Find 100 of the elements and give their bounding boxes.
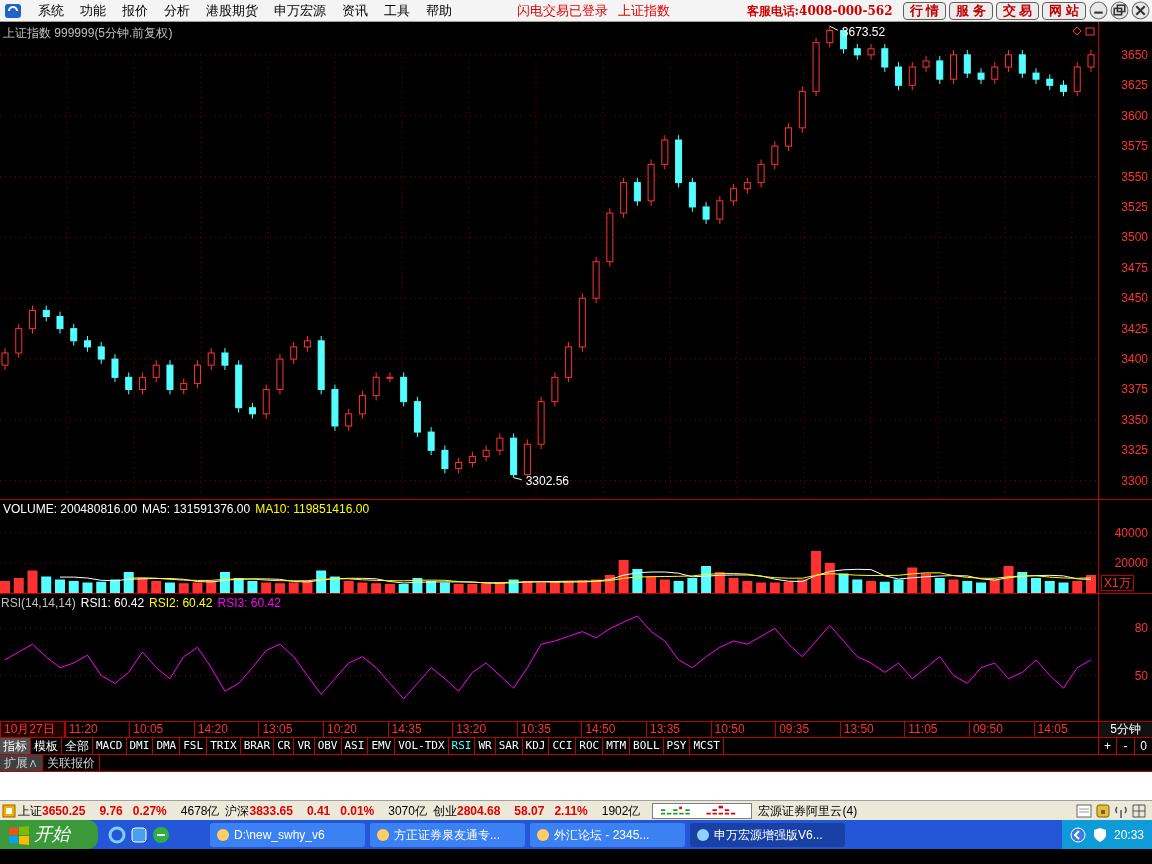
- service-button[interactable]: 网 站: [1042, 1, 1086, 20]
- axis-label: 3575: [1121, 140, 1148, 153]
- menu-item[interactable]: 功能: [72, 0, 114, 21]
- indicator-tab[interactable]: MCST: [690, 738, 724, 754]
- candlestick: [1005, 49, 1012, 73]
- service-button[interactable]: 交 易: [995, 1, 1040, 20]
- service-button[interactable]: 行 情: [902, 1, 947, 20]
- volume-bar: [261, 582, 272, 593]
- status-icon[interactable]: [2, 803, 16, 818]
- indicator-tab[interactable]: ROC: [576, 738, 604, 754]
- app-logo-icon[interactable]: [4, 2, 22, 19]
- indicator-tab[interactable]: 模板: [31, 738, 62, 754]
- indicator-tab[interactable]: SAR: [495, 738, 523, 754]
- taskbar-button[interactable]: 外汇论坛 - 2345...: [530, 822, 685, 847]
- volume-bar: [618, 560, 629, 593]
- indicator-tab[interactable]: BOLL: [630, 738, 664, 754]
- menu-item[interactable]: 帮助: [418, 0, 460, 21]
- service-button[interactable]: 服 务: [949, 1, 993, 20]
- indicator-tab[interactable]: VOL-TDX: [395, 738, 449, 754]
- extra-tab[interactable]: 关联报价: [43, 755, 100, 771]
- indicator-tab[interactable]: PSY: [663, 738, 691, 754]
- annotation: 3302.56: [525, 473, 570, 488]
- zoom-button[interactable]: 0: [1134, 738, 1152, 754]
- app-icon[interactable]: [130, 825, 148, 844]
- index-name: 创业: [432, 802, 457, 820]
- indicator-tab[interactable]: VR: [294, 738, 315, 754]
- candlestick: [180, 378, 188, 395]
- extra-tab[interactable]: 扩展∧: [0, 755, 43, 771]
- time-label: 14:20: [193, 722, 259, 737]
- menu-item[interactable]: 系统: [30, 0, 72, 21]
- candlestick: [798, 86, 806, 134]
- volume-bar: [0, 581, 10, 593]
- taskbar-button[interactable]: 方正证券泉友通专...: [370, 822, 525, 847]
- menu-item[interactable]: 资讯: [334, 0, 376, 21]
- taskbar-button[interactable]: 申万宏源增强版V6...: [690, 822, 845, 847]
- panel-icons[interactable]: [1072, 26, 1096, 36]
- candlestick: [647, 159, 655, 207]
- menu-item[interactable]: 工具: [376, 0, 418, 21]
- indicator-tab[interactable]: CCI: [549, 738, 577, 754]
- indicator-tab[interactable]: CR: [274, 738, 295, 754]
- volume-bar: [714, 572, 725, 593]
- browser-icon[interactable]: [108, 825, 126, 844]
- indicator-tab[interactable]: DMA: [153, 738, 181, 754]
- indicator-tab[interactable]: DMI: [126, 738, 154, 754]
- index-name: 上证: [18, 802, 42, 820]
- volume-bar: [110, 579, 120, 593]
- axis-label: 3475: [1121, 261, 1148, 274]
- indicator-tab[interactable]: RSI: [448, 738, 476, 754]
- indicator-tab[interactable]: MTM: [603, 738, 631, 754]
- volume-bar: [742, 581, 753, 593]
- grid-icon[interactable]: [1132, 803, 1146, 818]
- candlestick: [991, 61, 999, 85]
- time-label: 10:50: [710, 722, 776, 737]
- indicator-tab[interactable]: ASI: [341, 738, 369, 754]
- indicator-tab[interactable]: BRAR: [240, 738, 275, 754]
- axis-label: 3525: [1121, 200, 1148, 213]
- menu-item[interactable]: 港股期货: [198, 0, 266, 21]
- volume-bar: [769, 582, 780, 593]
- menu-item[interactable]: 分析: [156, 0, 198, 21]
- candlestick: [152, 359, 160, 383]
- zoom-button[interactable]: -: [1116, 738, 1134, 754]
- candlestick: [125, 371, 133, 395]
- indicator-tab[interactable]: KDJ: [522, 738, 550, 754]
- start-button[interactable]: 开始: [0, 820, 98, 849]
- taskbar-button[interactable]: D:\new_swhy_v6: [210, 822, 365, 847]
- indicator-tab[interactable]: WR: [475, 738, 496, 754]
- zoom-button[interactable]: +: [1098, 738, 1116, 754]
- indicator-tab[interactable]: FSL: [180, 738, 208, 754]
- shield-icon[interactable]: [1091, 826, 1108, 843]
- lock-icon[interactable]: [1096, 803, 1110, 818]
- menu-item[interactable]: 申万宏源: [266, 0, 334, 21]
- volume-bar: [467, 584, 478, 593]
- volume-bar: [426, 581, 437, 593]
- window-icon: [216, 827, 230, 842]
- volume-bar: [728, 578, 739, 593]
- notice-link[interactable]: 上证指数: [613, 0, 675, 21]
- index-price: 2804.68: [456, 802, 501, 820]
- restore-icon[interactable]: [1110, 1, 1129, 20]
- notice-link[interactable]: 闪电交易已登录: [512, 0, 613, 21]
- minimize-icon[interactable]: [1089, 1, 1108, 20]
- close-icon[interactable]: [1131, 1, 1150, 20]
- indicator-tab[interactable]: EMV: [368, 738, 396, 754]
- browser-icon[interactable]: [152, 825, 170, 844]
- volume-bar: [522, 581, 533, 593]
- volume-bar: [563, 581, 574, 593]
- windows-logo-icon: [8, 824, 30, 845]
- indicator-tab[interactable]: TRIX: [207, 738, 241, 754]
- indicator-tab[interactable]: MACD: [93, 738, 127, 754]
- candlestick: [523, 438, 531, 477]
- axis-label: 3600: [1121, 109, 1148, 122]
- volume-bar: [907, 567, 918, 593]
- indicator-tab[interactable]: 指标: [0, 738, 31, 754]
- indicator-tab[interactable]: 全部: [62, 738, 93, 754]
- volume-bar: [948, 579, 959, 593]
- indicator-tab[interactable]: OBV: [314, 738, 342, 754]
- menu-item[interactable]: 报价: [114, 0, 156, 21]
- candlestick: [578, 292, 586, 353]
- volume-bar: [27, 570, 38, 593]
- candlestick: [317, 335, 325, 395]
- volume-bar: [838, 573, 849, 593]
